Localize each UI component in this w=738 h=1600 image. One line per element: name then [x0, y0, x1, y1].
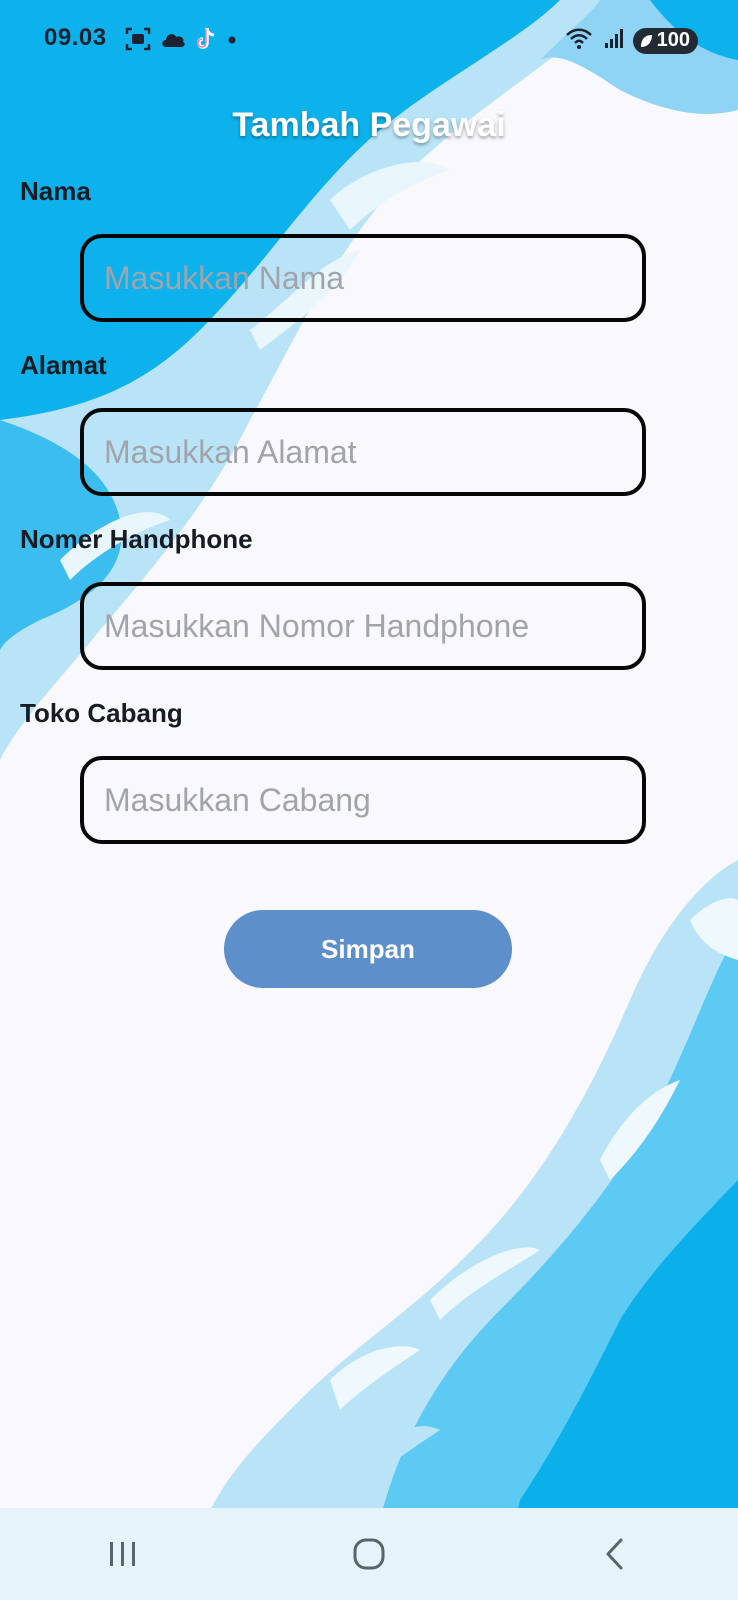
save-button[interactable]: Simpan	[224, 910, 512, 988]
screenshot-icon	[124, 26, 152, 57]
navigation-bar	[0, 1508, 738, 1600]
nomer-handphone-label: Nomer Handphone	[20, 524, 253, 554]
alamat-input[interactable]	[80, 408, 646, 496]
back-icon	[606, 1538, 623, 1570]
toko-cabang-input[interactable]	[80, 756, 646, 844]
battery-icon: 100	[632, 27, 698, 54]
nomer-handphone-input[interactable]	[80, 582, 646, 670]
status-icons-left	[124, 26, 238, 57]
cloud-icon	[160, 29, 186, 54]
home-icon	[353, 1538, 385, 1570]
page-title: Tambah Pegawai	[232, 106, 506, 144]
wifi-icon	[565, 26, 595, 55]
signal-icon	[603, 27, 625, 54]
recent-apps-button[interactable]	[83, 1514, 163, 1594]
status-icons-right: 100	[565, 26, 698, 55]
notification-dot-icon	[226, 33, 238, 51]
toko-cabang-label: Toko Cabang	[20, 698, 183, 728]
nama-input[interactable]	[80, 234, 646, 322]
recent-apps-icon	[110, 1542, 135, 1566]
tiktok-icon	[194, 26, 218, 57]
alamat-label: Alamat	[20, 350, 107, 380]
back-button[interactable]	[575, 1514, 655, 1594]
leaf-icon	[640, 34, 652, 47]
home-button[interactable]	[329, 1514, 409, 1594]
battery-level: 100	[656, 29, 690, 51]
nama-label: Nama	[20, 176, 91, 206]
status-time: 09.03	[44, 24, 107, 51]
